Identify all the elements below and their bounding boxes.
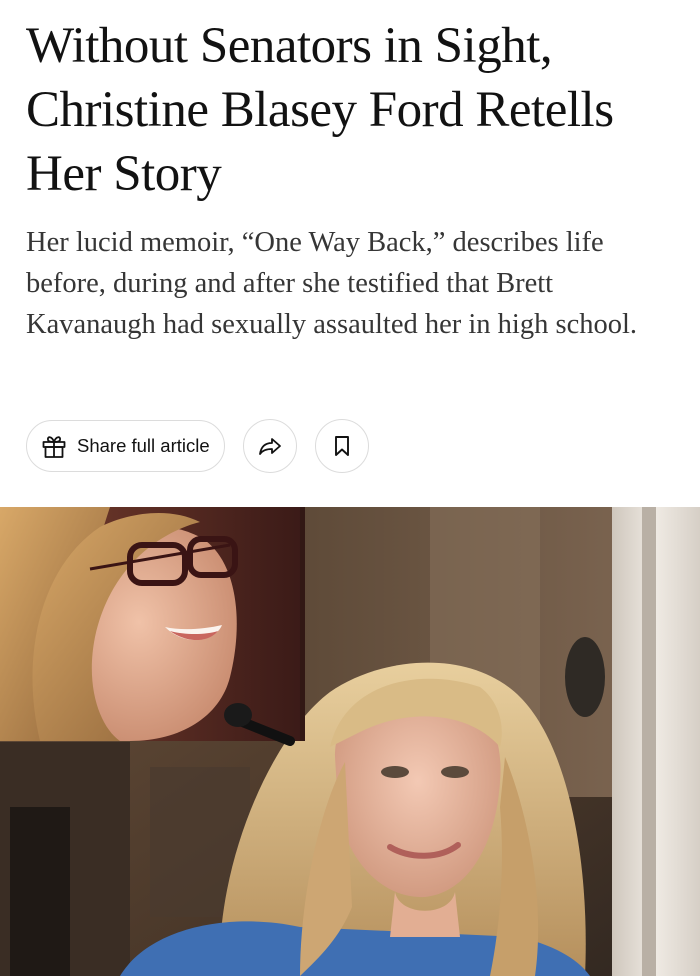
article-actions: Share full article: [26, 418, 369, 474]
share-arrow-icon: [258, 438, 281, 455]
bookmark-button[interactable]: [314, 419, 369, 473]
article-headline: Without Senators in Sight, Christine Bla…: [26, 18, 614, 202]
share-full-article-button[interactable]: Share full article: [26, 420, 225, 472]
share-button[interactable]: [242, 419, 297, 473]
bookmark-icon: [334, 436, 349, 456]
article-photo: [0, 507, 700, 976]
article-summary: Her lucid memoir, “One Way Back,” descri…: [26, 227, 638, 340]
gift-icon: [39, 431, 69, 461]
share-full-article-label: Share full article: [77, 435, 210, 456]
